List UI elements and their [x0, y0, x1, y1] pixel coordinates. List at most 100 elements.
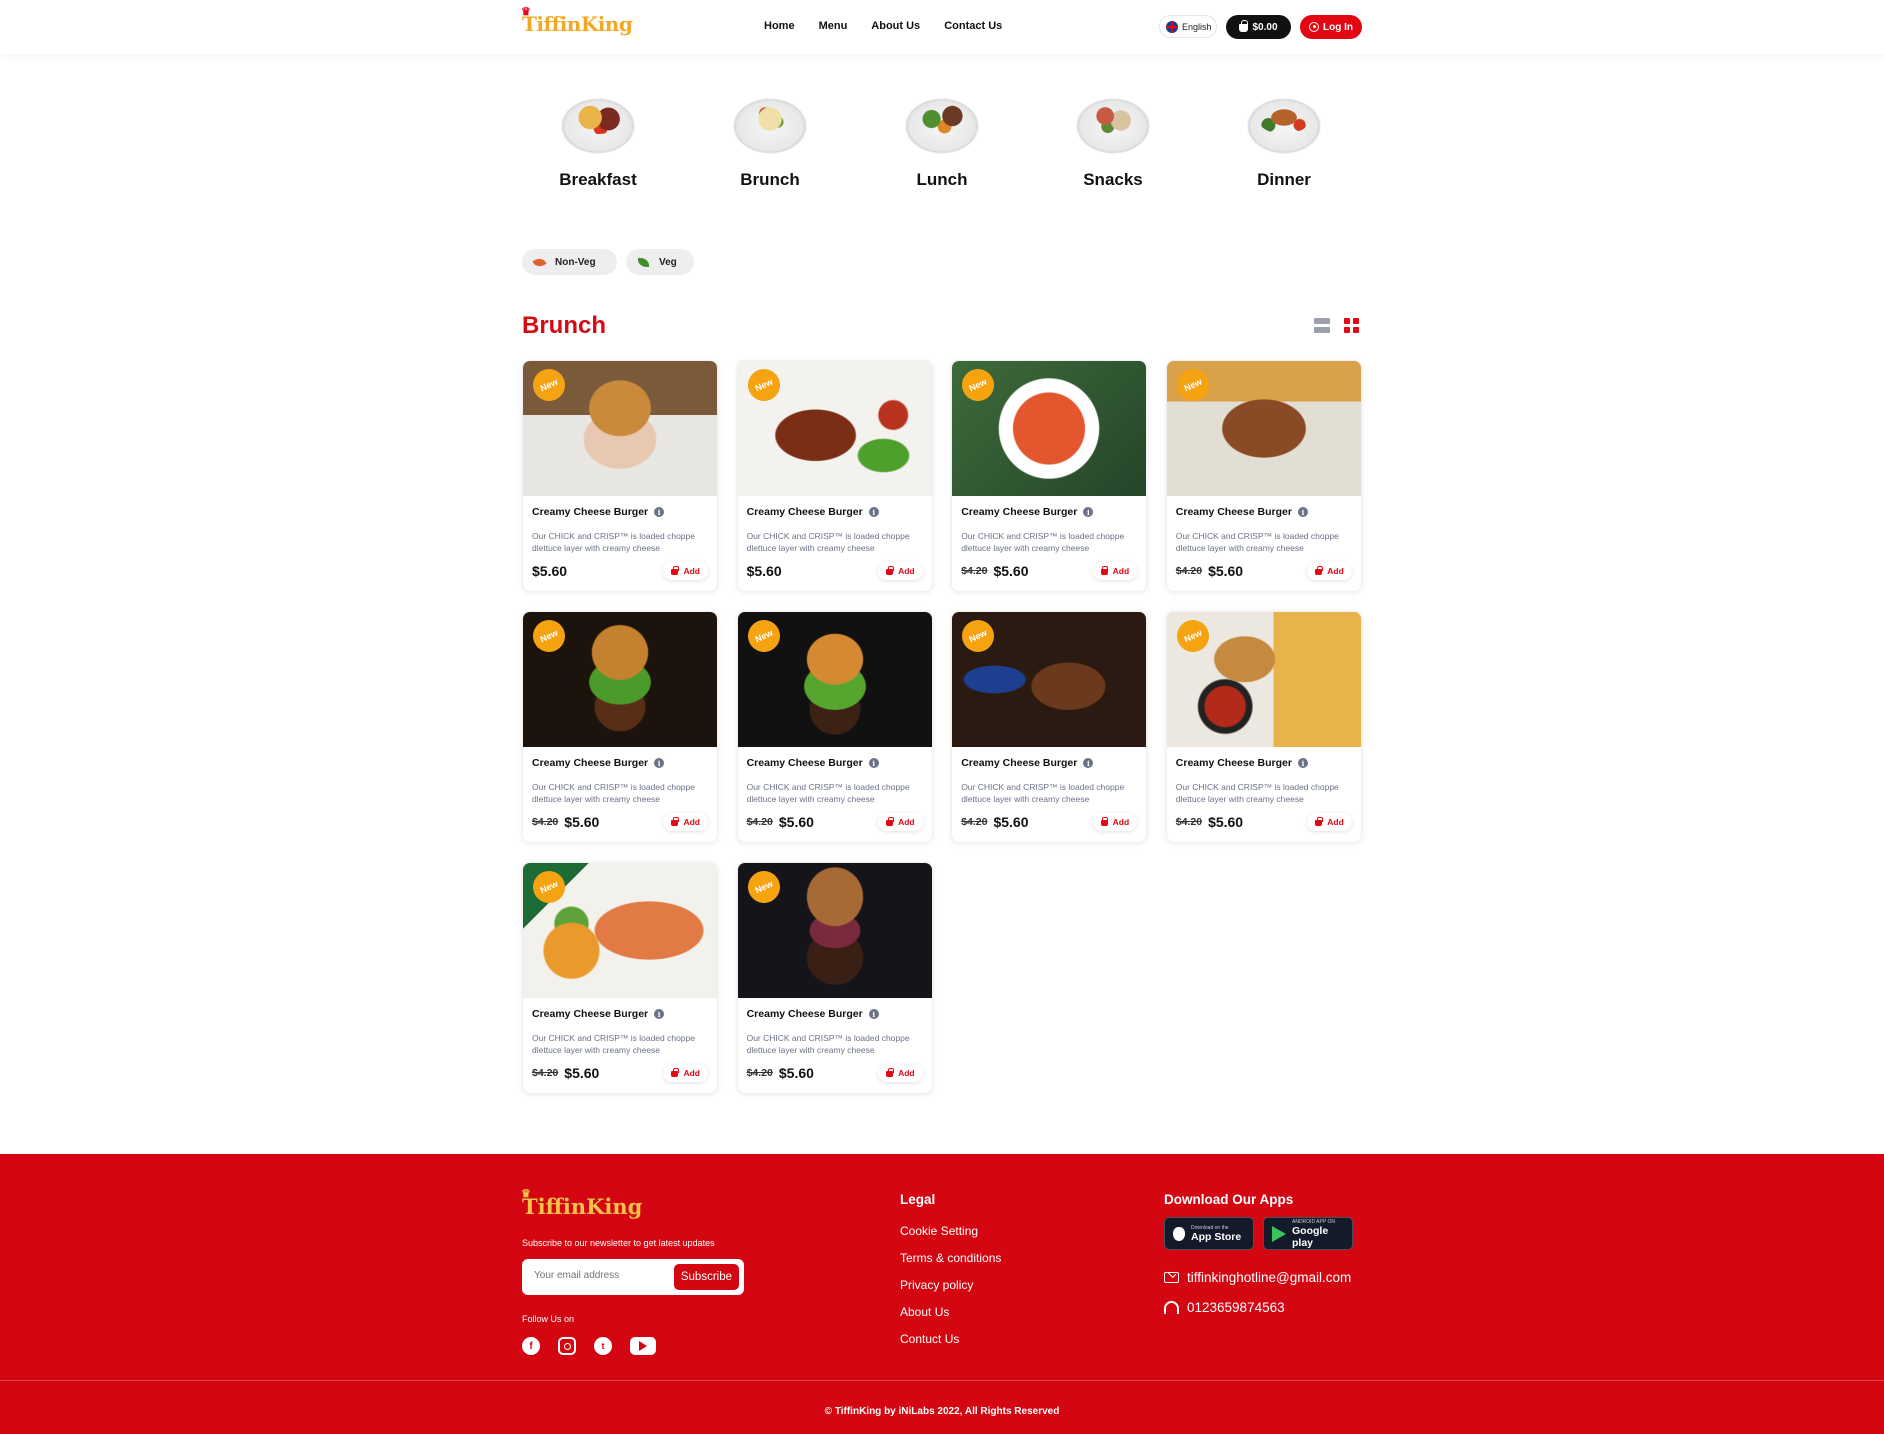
twitter-icon[interactable]: t	[594, 1337, 612, 1355]
email-input[interactable]	[534, 1270, 662, 1281]
add-label: Add	[1327, 566, 1344, 576]
product-image[interactable]: New	[1166, 612, 1361, 747]
crown-icon: ♛	[521, 1187, 531, 1200]
product-image[interactable]: New	[737, 612, 932, 747]
add-to-cart-button[interactable]: Add	[878, 813, 923, 831]
product-name: Creamy Cheese Burger	[746, 757, 863, 769]
old-price: $4.20	[1175, 816, 1203, 828]
brand-logo[interactable]: ♛ TiffinKing	[521, 5, 633, 36]
add-to-cart-button[interactable]: Add	[663, 813, 708, 831]
product-card[interactable]: New Creamy Cheese Burger i Our CHICK and…	[522, 862, 718, 1094]
filter-non-veg[interactable]: Non-Veg	[522, 249, 617, 275]
info-icon[interactable]: i	[654, 507, 665, 517]
phone-text: 0123659874563	[1187, 1300, 1285, 1315]
legal-heading: Legal	[900, 1192, 936, 1207]
cart-total: $0.00	[1252, 21, 1278, 33]
add-to-cart-button[interactable]: Add	[878, 1064, 923, 1082]
info-icon[interactable]: i	[868, 507, 879, 517]
nav-contact-us[interactable]: Contact Us	[944, 20, 1002, 32]
product-card[interactable]: New Creamy Cheese Burger i Our CHICK and…	[522, 360, 718, 592]
list-view-icon[interactable]	[1314, 318, 1330, 333]
add-label: Add	[1327, 817, 1344, 827]
category-brunch[interactable]: Brunch	[710, 96, 830, 190]
link-contact-us[interactable]: Contuct Us	[900, 1332, 1001, 1346]
new-badge: New	[530, 366, 568, 404]
info-icon[interactable]: i	[654, 1009, 665, 1019]
info-icon[interactable]: i	[1083, 758, 1094, 768]
info-icon[interactable]: i	[1083, 507, 1094, 517]
product-card[interactable]: New Creamy Cheese Burger i Our CHICK and…	[736, 360, 933, 592]
nav-about-us[interactable]: About Us	[871, 20, 920, 32]
info-icon[interactable]: i	[868, 1009, 879, 1019]
add-to-cart-button[interactable]: Add	[663, 1064, 708, 1082]
snacks-plate-icon	[1073, 96, 1153, 156]
app-store-large: App Store	[1191, 1230, 1242, 1243]
link-privacy[interactable]: Privacy policy	[900, 1278, 1001, 1292]
add-label: Add	[898, 1068, 915, 1078]
add-to-cart-button[interactable]: Add	[1092, 562, 1138, 580]
product-image[interactable]: New	[952, 612, 1147, 747]
product-image[interactable]: New	[523, 612, 717, 747]
category-lunch[interactable]: Lunch	[882, 96, 1002, 190]
product-price: $5.60	[564, 814, 600, 830]
google-play-button[interactable]: ANDROID APP ON Google play	[1263, 1217, 1353, 1250]
product-image[interactable]: New	[737, 361, 932, 496]
login-label: Log In	[1323, 21, 1353, 33]
app-store-button[interactable]: Download on the App Store	[1164, 1217, 1254, 1250]
category-label: Brunch	[740, 170, 800, 189]
drumstick-icon	[532, 255, 547, 269]
basket-icon	[1315, 817, 1323, 826]
product-card[interactable]: New Creamy Cheese Burger i Our CHICK and…	[522, 611, 718, 843]
add-to-cart-button[interactable]: Add	[663, 562, 708, 580]
subscribe-button[interactable]: Subscribe	[673, 1264, 739, 1290]
link-terms[interactable]: Terms & conditions	[900, 1251, 1001, 1265]
main-nav: Home Menu About Us Contact Us	[764, 20, 1002, 32]
category-dinner[interactable]: Dinner	[1224, 96, 1344, 190]
product-image[interactable]: New	[523, 361, 717, 496]
info-icon[interactable]: i	[868, 758, 879, 768]
facebook-icon[interactable]: f	[522, 1337, 540, 1355]
grid-view-icon[interactable]	[1344, 318, 1359, 333]
login-button[interactable]: Log In	[1300, 15, 1362, 39]
product-card[interactable]: New Creamy Cheese Burger i Our CHICK and…	[1165, 611, 1362, 843]
nav-home[interactable]: Home	[764, 20, 795, 32]
product-image[interactable]: New	[1166, 361, 1361, 496]
filter-veg[interactable]: Veg	[626, 249, 694, 275]
add-to-cart-button[interactable]: Add	[1307, 813, 1352, 831]
basket-icon	[1100, 566, 1109, 575]
product-card[interactable]: New Creamy Cheese Burger i Our CHICK and…	[951, 611, 1148, 843]
category-snacks[interactable]: Snacks	[1053, 96, 1173, 190]
info-icon[interactable]: i	[654, 758, 665, 768]
link-about-us[interactable]: About Us	[900, 1305, 1001, 1319]
footer-logo[interactable]: ♛ TiffinKing	[521, 1187, 643, 1219]
product-card[interactable]: New Creamy Cheese Burger i Our CHICK and…	[1165, 360, 1362, 592]
contact-phone[interactable]: 0123659874563	[1164, 1300, 1285, 1315]
product-image[interactable]: New	[737, 863, 932, 998]
info-icon[interactable]: i	[1297, 507, 1308, 517]
product-image[interactable]: New	[952, 361, 1147, 496]
product-card[interactable]: New Creamy Cheese Burger i Our CHICK and…	[736, 862, 933, 1094]
product-card[interactable]: New Creamy Cheese Burger i Our CHICK and…	[736, 611, 933, 843]
instagram-icon[interactable]	[558, 1337, 576, 1355]
follow-label: Follow Us on	[522, 1314, 575, 1324]
info-icon[interactable]: i	[1297, 758, 1308, 768]
category-breakfast[interactable]: Breakfast	[538, 96, 658, 190]
nav-menu[interactable]: Menu	[819, 20, 848, 32]
basket-icon	[886, 817, 894, 826]
product-card[interactable]: New Creamy Cheese Burger i Our CHICK and…	[951, 360, 1148, 592]
product-image[interactable]: New	[523, 863, 717, 998]
product-grid: New Creamy Cheese Burger i Our CHICK and…	[522, 360, 1362, 1094]
youtube-icon[interactable]	[630, 1337, 656, 1355]
language-selector[interactable]: English	[1159, 15, 1217, 38]
email-text: tiffinkinghotline@gmail.com	[1187, 1270, 1352, 1285]
add-to-cart-button[interactable]: Add	[1092, 813, 1138, 831]
link-cookie-setting[interactable]: Cookie Setting	[900, 1224, 1001, 1238]
old-price: $4.20	[961, 565, 988, 577]
app-badges: Download on the App Store ANDROID APP ON G…	[1164, 1217, 1353, 1250]
cart-button[interactable]: $0.00	[1226, 15, 1291, 39]
contact-email[interactable]: tiffinkinghotline@gmail.com	[1164, 1270, 1351, 1285]
add-to-cart-button[interactable]: Add	[878, 562, 923, 580]
old-price: $4.20	[746, 816, 773, 828]
add-to-cart-button[interactable]: Add	[1307, 562, 1352, 580]
footer-logo-text: TiffinKing	[522, 1194, 643, 1219]
